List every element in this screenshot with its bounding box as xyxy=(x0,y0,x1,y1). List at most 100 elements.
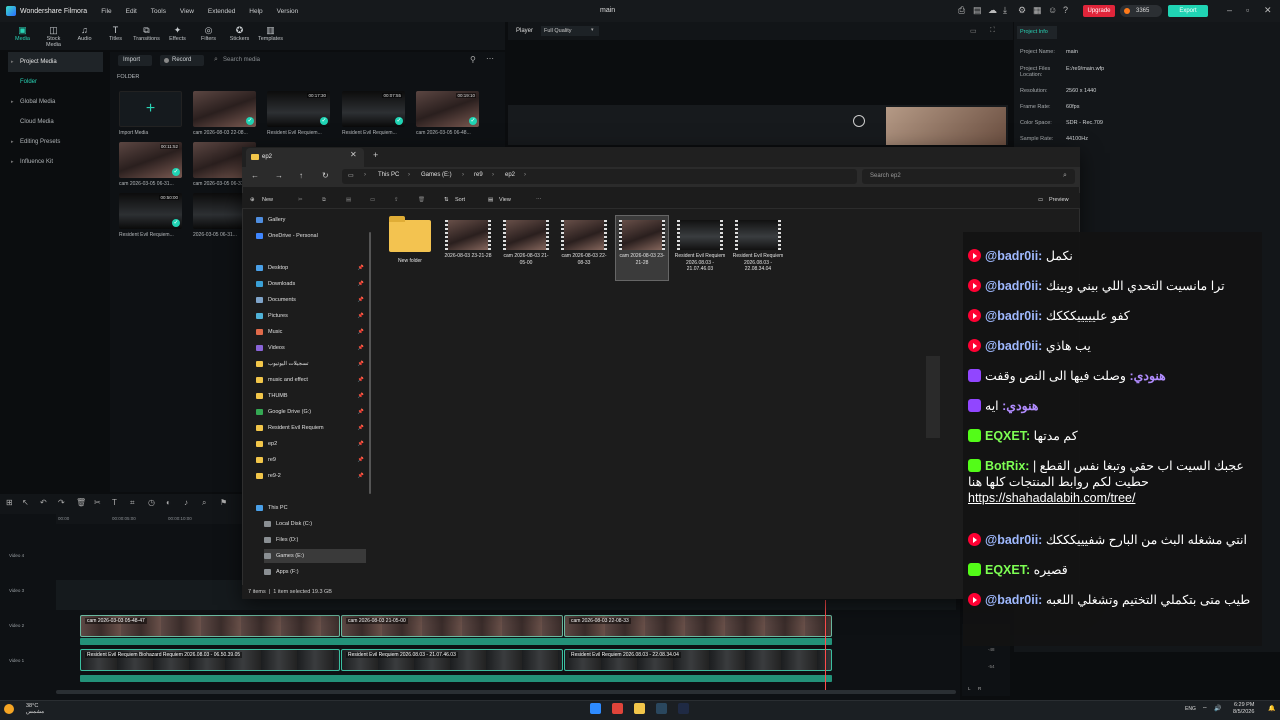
tab-effects[interactable]: ✦ Effects xyxy=(163,22,192,50)
timeline-clip[interactable]: Resident Evil Requiem 2026.08.03 - 21.07… xyxy=(341,649,563,671)
file-explorer-icon[interactable] xyxy=(634,703,645,714)
audio-icon[interactable]: ♪ xyxy=(184,498,188,507)
file-item[interactable]: cam 2026-08-03 23-21-28 xyxy=(615,215,669,281)
layout-icon[interactable]: ▤ xyxy=(973,5,982,16)
language-indicator[interactable]: ENG xyxy=(1185,706,1196,712)
nav-item-drive[interactable]: This PC xyxy=(256,501,370,515)
nav-item-drive[interactable]: Files (D:) xyxy=(264,533,366,547)
download-icon[interactable]: ⤓ xyxy=(1003,5,1007,16)
nav-item[interactable]: THUMB 📌 xyxy=(256,389,370,403)
media-thumbnail[interactable]: 00:17:30 ✓ xyxy=(267,91,330,127)
grid-icon[interactable]: ▦ xyxy=(1033,5,1042,16)
record-dropdown[interactable]: Record xyxy=(160,55,204,66)
weather-widget[interactable]: 38°C مشمس xyxy=(26,703,44,715)
file-item[interactable]: Resident Evil Requiem 2026.08.03 - 21.07… xyxy=(674,216,726,280)
view-button[interactable]: View xyxy=(499,197,511,203)
breadcrumb-item[interactable]: Games (E:) xyxy=(421,172,452,178)
tab-titles[interactable]: T Titles xyxy=(101,22,130,50)
nav-item[interactable]: Pictures 📌 xyxy=(256,309,370,323)
menu-edit[interactable]: Edit xyxy=(126,8,137,15)
nav-item[interactable]: OneDrive - Personal xyxy=(256,229,370,243)
nav-item[interactable]: Google Drive (G:) 📌 xyxy=(256,405,370,419)
media-thumbnail[interactable]: 00:07:55 ✓ xyxy=(342,91,405,127)
import-dropdown[interactable]: Import xyxy=(118,55,152,66)
sort-button[interactable]: Sort xyxy=(455,197,465,203)
video-preview[interactable] xyxy=(508,105,1008,145)
chat-link[interactable]: https://shahadalabih.com/tree/ xyxy=(968,491,1135,505)
filter-icon[interactable]: ⚲ xyxy=(470,55,476,64)
more-icon[interactable]: ⋯ xyxy=(486,54,494,63)
timeline-clip[interactable]: cam 2026-08-03 22-08-33 xyxy=(564,615,832,637)
timeline-scrollbar[interactable] xyxy=(56,690,956,694)
share-icon[interactable]: ⇪ xyxy=(394,197,399,203)
breadcrumb-item[interactable]: ep2 xyxy=(505,172,515,178)
color-icon[interactable]: ◐ xyxy=(166,498,171,507)
file-item[interactable]: New folder xyxy=(384,216,436,280)
zoom-icon[interactable]: ⌕ xyxy=(202,498,206,508)
gear-icon[interactable]: ⚙ xyxy=(1018,5,1026,16)
menu-extended[interactable]: Extended xyxy=(208,8,235,15)
rename-icon[interactable]: ▭ xyxy=(370,197,375,203)
text-icon[interactable]: T xyxy=(112,498,117,507)
undo-icon[interactable]: ↶ xyxy=(40,498,47,507)
address-bar[interactable] xyxy=(342,169,857,184)
nav-item-drive[interactable]: Apps (F:) xyxy=(264,565,366,579)
back-icon[interactable]: ← xyxy=(251,171,259,180)
close-icon[interactable]: ✕ xyxy=(1264,5,1272,16)
export-button[interactable]: Export xyxy=(1168,5,1208,17)
tab-stock-media[interactable]: ◫ Stock Media xyxy=(39,22,68,50)
tab-filters[interactable]: ◎ Filters xyxy=(194,22,223,50)
nav-item[interactable]: music and effect 📌 xyxy=(256,373,370,387)
nav-item-drive[interactable]: Games (E:) xyxy=(264,549,366,563)
media-thumbnail[interactable]: 00:11:52 ✓ xyxy=(119,142,182,178)
layout-icon[interactable]: ⊞ xyxy=(6,498,13,507)
media-thumbnail[interactable]: 00:50:00 ✓ xyxy=(119,193,182,229)
nav-folder[interactable]: Folder xyxy=(8,72,103,92)
credits-badge[interactable]: 3365 xyxy=(1120,5,1162,17)
breadcrumb-item[interactable]: re9 xyxy=(474,172,483,178)
playhead[interactable] xyxy=(825,600,826,690)
marker-icon[interactable]: ⚑ xyxy=(220,498,227,507)
up-icon[interactable]: ↑ xyxy=(299,171,303,180)
nav-scrollbar[interactable] xyxy=(369,232,371,494)
new-tab-icon[interactable]: + xyxy=(373,150,378,160)
brave-browser-icon[interactable] xyxy=(612,703,623,714)
volume-icon[interactable]: 🔊 xyxy=(1214,705,1221,712)
nav-item[interactable]: Downloads 📌 xyxy=(256,277,370,291)
file-item[interactable]: Resident Evil Requiem 2026.08.03 - 22.08… xyxy=(732,216,784,280)
explorer-tab[interactable]: ep2 xyxy=(246,148,364,167)
nav-editing-presets[interactable]: Editing Presets xyxy=(8,132,103,152)
file-item[interactable]: 2026-08-03 23-21-28 xyxy=(442,216,494,280)
nav-item[interactable]: ep2 📌 xyxy=(256,437,370,451)
nav-item[interactable]: Documents 📌 xyxy=(256,293,370,307)
copy-icon[interactable]: ⧉ xyxy=(322,197,326,204)
split-icon[interactable]: ✂ xyxy=(94,498,101,507)
tab-templates[interactable]: ▥ Templates xyxy=(256,22,285,50)
refresh-icon[interactable]: ↻ xyxy=(322,171,329,180)
tab-media[interactable]: ▣ Media xyxy=(8,22,37,50)
menu-file[interactable]: File xyxy=(101,8,111,15)
import-media-button[interactable]: + xyxy=(119,91,182,127)
timeline-clip[interactable]: cam 2026-08-03 21-05-00 xyxy=(341,615,563,637)
nav-item[interactable]: Music 📌 xyxy=(256,325,370,339)
speed-icon[interactable]: ◷ xyxy=(148,498,155,507)
windows-start-icon[interactable] xyxy=(590,703,601,714)
search-media-input[interactable]: Search media xyxy=(212,55,372,66)
delete-icon[interactable]: 🗑 xyxy=(418,197,425,203)
cloud-icon[interactable]: ☁ xyxy=(988,5,997,16)
menu-view[interactable]: View xyxy=(180,8,194,15)
tab-audio[interactable]: ♫ Audio xyxy=(70,22,99,50)
save-icon[interactable]: ⎙ xyxy=(958,5,965,16)
nav-item[interactable]: Gallery xyxy=(256,213,370,227)
bell-icon[interactable]: 🔔 xyxy=(1268,705,1275,712)
delete-icon[interactable]: 🗑 xyxy=(76,498,86,507)
cut-icon[interactable]: ✂ xyxy=(298,197,303,203)
minimize-icon[interactable]: – xyxy=(1227,5,1232,15)
filmora-taskbar-icon[interactable] xyxy=(678,703,689,714)
nav-influence-kit[interactable]: Influence Kit xyxy=(8,152,103,172)
tab-stickers[interactable]: ✪ Stickers xyxy=(225,22,254,50)
crop-icon[interactable]: ⌗ xyxy=(130,498,135,508)
menu-tools[interactable]: Tools xyxy=(151,8,166,15)
nav-item[interactable]: re9-2 📌 xyxy=(256,469,370,483)
fullscreen-icon[interactable]: ⛶ xyxy=(990,27,995,35)
